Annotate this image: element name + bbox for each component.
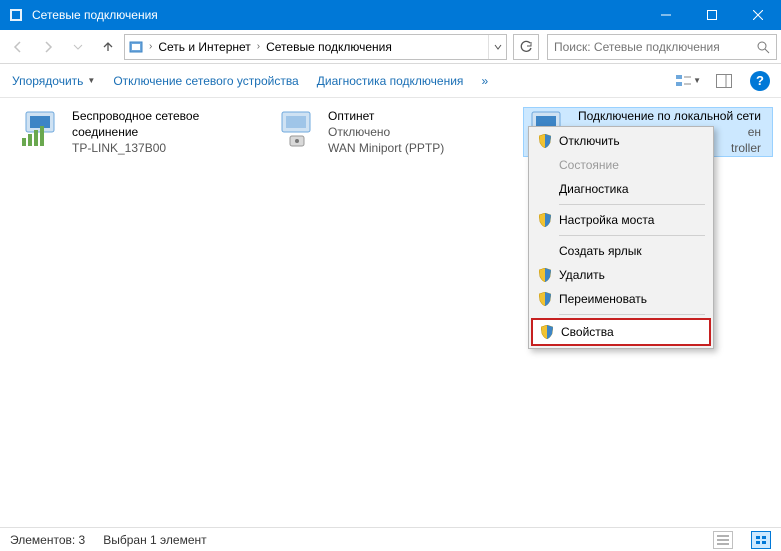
large-icons-view-button[interactable] xyxy=(751,531,771,549)
shield-icon xyxy=(539,325,555,339)
diagnose-button[interactable]: Диагностика подключения xyxy=(313,72,468,90)
connection-name: Беспроводное сетевое xyxy=(72,108,199,124)
disable-label: Отключение сетевого устройства xyxy=(113,74,298,88)
app-icon xyxy=(8,7,24,23)
up-button[interactable] xyxy=(94,34,122,60)
view-options-button[interactable]: ▼ xyxy=(675,68,701,94)
organize-label: Упорядочить xyxy=(12,74,83,88)
menu-label: Диагностика xyxy=(559,182,629,196)
breadcrumb-segment-1[interactable]: Сеть и Интернет xyxy=(154,35,254,59)
context-menu: Отключить Состояние Диагностика Настройк… xyxy=(528,126,714,349)
breadcrumb-segment-2[interactable]: Сетевые подключения xyxy=(262,35,396,59)
details-view-button[interactable] xyxy=(713,531,733,549)
connection-status: Отключено xyxy=(328,124,444,140)
menu-label: Переименовать xyxy=(559,292,647,306)
window-controls xyxy=(643,0,781,30)
shield-icon xyxy=(537,213,553,227)
chevron-down-icon: ▼ xyxy=(87,76,95,85)
menu-item-delete[interactable]: Удалить xyxy=(531,263,711,287)
chevron-right-icon[interactable]: › xyxy=(255,41,262,52)
menu-label: Свойства xyxy=(561,325,614,339)
menu-label: Создать ярлык xyxy=(559,244,642,258)
search-icon[interactable] xyxy=(750,40,776,54)
connection-name: Оптинет xyxy=(328,108,444,124)
connection-item-wireless[interactable]: Беспроводное сетевое соединение TP-LINK_… xyxy=(18,108,258,156)
diagnose-label: Диагностика подключения xyxy=(317,74,464,88)
connection-device: TP-LINK_137B00 xyxy=(72,140,199,156)
shield-icon xyxy=(537,268,553,282)
title-bar: Сетевые подключения xyxy=(0,0,781,30)
organize-menu[interactable]: Упорядочить ▼ xyxy=(8,72,99,90)
menu-separator xyxy=(559,204,705,205)
command-bar: Упорядочить ▼ Отключение сетевого устройс… xyxy=(0,64,781,98)
address-dropdown-button[interactable] xyxy=(488,35,506,59)
close-button[interactable] xyxy=(735,0,781,30)
menu-separator xyxy=(559,235,705,236)
address-bar[interactable]: › Сеть и Интернет › Сетевые подключения xyxy=(124,34,507,60)
forward-button[interactable] xyxy=(34,34,62,60)
menu-separator xyxy=(559,314,705,315)
connection-name: Подключение по локальной сети xyxy=(578,108,761,124)
wifi-adapter-icon xyxy=(18,108,66,152)
back-button[interactable] xyxy=(4,34,32,60)
preview-pane-button[interactable] xyxy=(711,68,737,94)
menu-item-rename[interactable]: Переименовать xyxy=(531,287,711,311)
window-title: Сетевые подключения xyxy=(32,8,643,22)
status-bar: Элементов: 3 Выбран 1 элемент xyxy=(0,527,781,551)
menu-item-status: Состояние xyxy=(531,153,711,177)
menu-item-properties[interactable]: Свойства xyxy=(533,320,709,344)
menu-label: Настройка моста xyxy=(559,213,654,227)
connection-name-2: соединение xyxy=(72,124,199,140)
selection-count: Выбран 1 элемент xyxy=(103,533,206,547)
shield-icon xyxy=(537,134,553,148)
menu-item-shortcut[interactable]: Создать ярлык xyxy=(531,239,711,263)
help-icon: ? xyxy=(750,71,770,91)
menu-label: Отключить xyxy=(559,134,620,148)
help-button[interactable]: ? xyxy=(747,68,773,94)
menu-label: Удалить xyxy=(559,268,605,282)
recent-locations-button[interactable] xyxy=(64,34,92,60)
item-count: Элементов: 3 xyxy=(10,533,85,547)
maximize-button[interactable] xyxy=(689,0,735,30)
minimize-button[interactable] xyxy=(643,0,689,30)
menu-item-diagnostics[interactable]: Диагностика xyxy=(531,177,711,201)
menu-label: Состояние xyxy=(559,158,619,172)
search-input[interactable] xyxy=(548,40,750,54)
refresh-button[interactable] xyxy=(513,34,539,60)
content-area: Беспроводное сетевое соединение TP-LINK_… xyxy=(0,98,781,527)
menu-item-disable[interactable]: Отключить xyxy=(531,129,711,153)
overflow-button[interactable]: » xyxy=(477,72,492,90)
location-icon xyxy=(125,39,147,55)
highlighted-region: Свойства xyxy=(531,318,711,346)
chevron-down-icon: ▼ xyxy=(693,76,701,85)
navigation-bar: › Сеть и Интернет › Сетевые подключения xyxy=(0,30,781,64)
connection-device: WAN Miniport (PPTP) xyxy=(328,140,444,156)
connection-item-optinet[interactable]: Оптинет Отключено WAN Miniport (PPTP) xyxy=(274,108,514,156)
search-box[interactable] xyxy=(547,34,777,60)
menu-item-bridge[interactable]: Настройка моста xyxy=(531,208,711,232)
wan-adapter-icon xyxy=(274,108,322,152)
overflow-label: » xyxy=(481,74,488,88)
chevron-right-icon[interactable]: › xyxy=(147,41,154,52)
disable-device-button[interactable]: Отключение сетевого устройства xyxy=(109,72,302,90)
shield-icon xyxy=(537,292,553,306)
